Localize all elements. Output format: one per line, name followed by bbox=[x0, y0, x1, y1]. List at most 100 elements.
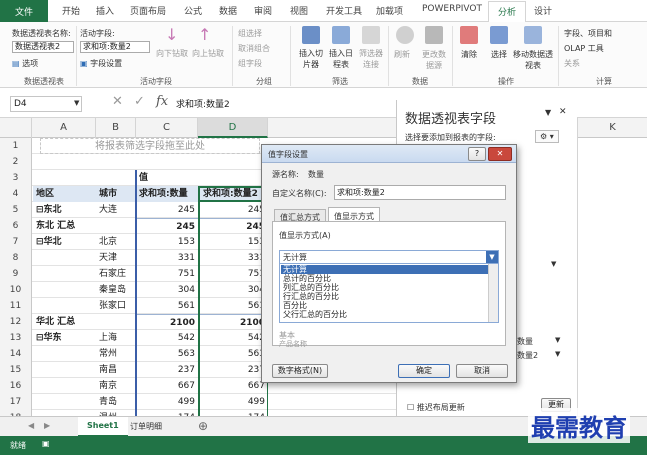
olap-tools-button[interactable]: OLAP 工具 bbox=[564, 43, 604, 54]
ungroup-button[interactable]: 取消组合 bbox=[238, 43, 270, 54]
row-header[interactable]: 1 bbox=[0, 138, 32, 154]
change-source-icon[interactable] bbox=[425, 26, 443, 44]
row-header[interactable]: 2 bbox=[0, 154, 32, 170]
panel-close-icon[interactable]: ✕ bbox=[559, 107, 567, 117]
cancel-button[interactable]: 取消 bbox=[456, 364, 508, 378]
qty-cell[interactable]: 245 bbox=[136, 218, 198, 234]
sheet-tab-active[interactable]: Sheet1 bbox=[78, 417, 128, 437]
city-cell[interactable]: 石家庄 bbox=[96, 266, 136, 282]
active-field-input[interactable]: 求和项:数量2 bbox=[80, 41, 150, 53]
region-cell[interactable]: ⊟东北 bbox=[33, 202, 96, 218]
enter-formula-icon[interactable]: ✓ bbox=[134, 94, 145, 109]
tab-insert[interactable]: 插入 bbox=[96, 4, 114, 17]
panel-settings-gear-icon[interactable]: ⚙ ▾ bbox=[535, 130, 559, 143]
select-icon[interactable] bbox=[490, 26, 508, 44]
drill-up-icon[interactable]: ↑ bbox=[198, 25, 211, 44]
name-box[interactable]: D4 bbox=[10, 96, 82, 112]
formula-content[interactable]: 求和项:数量2 bbox=[176, 97, 230, 110]
qty-cell[interactable]: 237 bbox=[136, 362, 198, 378]
region-cell[interactable]: 华北 汇总 bbox=[33, 314, 96, 330]
city-cell[interactable] bbox=[96, 218, 136, 234]
cancel-formula-icon[interactable]: ✕ bbox=[112, 94, 123, 109]
refresh-icon[interactable] bbox=[396, 26, 414, 44]
qty-cell[interactable]: 331 bbox=[136, 250, 198, 266]
header-cell-city[interactable]: 城市 bbox=[96, 186, 136, 202]
qty-cell[interactable]: 542 bbox=[136, 330, 198, 346]
row-header[interactable]: 14 bbox=[0, 346, 32, 362]
group-field-button[interactable]: 组字段 bbox=[238, 58, 262, 69]
region-cell[interactable] bbox=[33, 362, 96, 378]
qty-cell[interactable]: 667 bbox=[136, 378, 198, 394]
region-cell[interactable] bbox=[33, 298, 96, 314]
row-header[interactable]: 8 bbox=[0, 250, 32, 266]
city-cell[interactable]: 南昌 bbox=[96, 362, 136, 378]
tab-formulas[interactable]: 公式 bbox=[184, 4, 202, 17]
field-settings-button[interactable]: ▣ 字段设置 bbox=[80, 58, 122, 69]
sheet-scroll-left-icon[interactable]: ◀ bbox=[28, 421, 34, 430]
region-cell[interactable]: ⊟华北 bbox=[33, 234, 96, 250]
city-cell[interactable]: 大连 bbox=[96, 202, 136, 218]
qty-cell[interactable]: 561 bbox=[136, 298, 198, 314]
row-header[interactable]: 15 bbox=[0, 362, 32, 378]
list-item[interactable]: 百分比 bbox=[281, 301, 488, 310]
row-header[interactable]: 4 bbox=[0, 186, 32, 202]
move-pivot-icon[interactable] bbox=[524, 26, 542, 44]
relationships-button[interactable]: 关系 bbox=[564, 58, 580, 69]
row-header[interactable]: 11 bbox=[0, 298, 32, 314]
tab-review[interactable]: 审阅 bbox=[254, 4, 272, 17]
name-box-dropdown-icon[interactable]: ▼ bbox=[74, 99, 79, 107]
qty-cell[interactable]: 499 bbox=[136, 394, 198, 410]
sheet-scroll-right-icon[interactable]: ▶ bbox=[44, 421, 50, 430]
panel-options-icon[interactable]: ▼ bbox=[545, 108, 551, 117]
column-header-d[interactable]: D bbox=[198, 118, 268, 138]
row-header[interactable]: 17 bbox=[0, 394, 32, 410]
list-item[interactable]: 父行汇总的百分比 bbox=[281, 310, 488, 319]
options-button[interactable]: ▤ 选项 bbox=[12, 58, 38, 69]
dialog-help-button[interactable]: ? bbox=[468, 147, 486, 161]
show-values-as-dropdown[interactable]: 无计算 ▼ bbox=[279, 250, 499, 264]
row-header[interactable]: 9 bbox=[0, 266, 32, 282]
qty-cell[interactable]: 563 bbox=[136, 346, 198, 362]
show-values-as-list[interactable]: 无计算 总计的百分比 列汇总的百分比 行汇总的百分比 百分比 父行汇总的百分比 bbox=[279, 263, 499, 323]
filter-connections-icon[interactable] bbox=[362, 26, 380, 44]
qty-cell[interactable]: 2100 bbox=[136, 314, 198, 330]
filter-item-dropdown-icon[interactable]: ▼ bbox=[551, 260, 556, 268]
list-item[interactable]: 总计的百分比 bbox=[281, 274, 488, 283]
sheet-tab-orders[interactable]: 订单明细 bbox=[130, 421, 162, 432]
tab-powerpivot[interactable]: POWERPIVOT bbox=[422, 4, 482, 14]
column-header-a[interactable]: A bbox=[32, 118, 96, 138]
dialog-close-button[interactable]: ✕ bbox=[488, 147, 512, 161]
region-cell[interactable] bbox=[33, 282, 96, 298]
city-cell[interactable]: 秦皇岛 bbox=[96, 282, 136, 298]
tab-page-layout[interactable]: 页面布局 bbox=[130, 4, 166, 17]
group-selection-button[interactable]: 组选择 bbox=[238, 28, 262, 39]
column-header-b[interactable]: B bbox=[96, 118, 136, 138]
row-header[interactable]: 16 bbox=[0, 378, 32, 394]
city-cell[interactable]: 张家口 bbox=[96, 298, 136, 314]
row-header[interactable]: 3 bbox=[0, 170, 32, 186]
qty-cell[interactable]: 153 bbox=[136, 234, 198, 250]
row-header[interactable]: 6 bbox=[0, 218, 32, 234]
city-cell[interactable]: 南京 bbox=[96, 378, 136, 394]
tab-design[interactable]: 设计 bbox=[534, 4, 552, 17]
row-header[interactable]: 5 bbox=[0, 202, 32, 218]
qty-cell[interactable]: 245 bbox=[136, 202, 198, 218]
add-sheet-icon[interactable]: ⊕ bbox=[198, 419, 208, 433]
row-header[interactable]: 13 bbox=[0, 330, 32, 346]
select-all-corner[interactable] bbox=[0, 118, 32, 138]
tab-file[interactable]: 文件 bbox=[0, 0, 48, 22]
value-header-cell[interactable]: 值 bbox=[136, 170, 266, 186]
fields-items-button[interactable]: 字段、项目和 bbox=[564, 28, 612, 39]
report-filter-drop-zone[interactable]: 将报表筛选字段拖至此处 bbox=[40, 138, 260, 154]
ok-button[interactable]: 确定 bbox=[398, 364, 450, 378]
macro-record-icon[interactable]: ▣ bbox=[42, 439, 50, 448]
row-header[interactable]: 12 bbox=[0, 314, 32, 330]
region-cell[interactable] bbox=[33, 378, 96, 394]
region-cell[interactable] bbox=[33, 250, 96, 266]
timeline-icon[interactable] bbox=[332, 26, 350, 44]
header-cell-region[interactable]: 地区 bbox=[33, 186, 96, 202]
qty-cell[interactable]: 304 bbox=[136, 282, 198, 298]
city-cell[interactable]: 天津 bbox=[96, 250, 136, 266]
qty-cell[interactable]: 751 bbox=[136, 266, 198, 282]
tab-home[interactable]: 开始 bbox=[62, 4, 80, 17]
